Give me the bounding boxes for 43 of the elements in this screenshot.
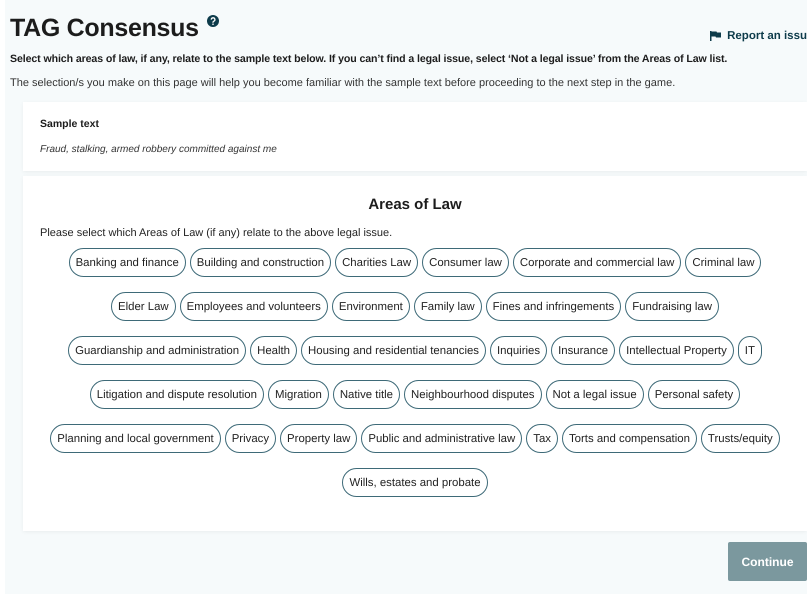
sample-text: Fraud, stalking, armed robbery committed against me <box>40 144 278 155</box>
area-chip[interactable]: Migration <box>268 380 329 409</box>
area-chip[interactable]: Guardianship and administration <box>68 336 246 365</box>
area-chip[interactable]: Consumer law <box>422 248 509 277</box>
area-chip[interactable]: Fines and infringements <box>486 292 622 321</box>
area-chip[interactable]: Employees and volunteers <box>180 292 328 321</box>
area-chip[interactable]: Tax <box>526 424 558 453</box>
areas-heading: Areas of Law <box>367 196 463 213</box>
area-chip[interactable]: Banking and finance <box>68 248 186 277</box>
area-chip[interactable]: Wills, estates and probate <box>342 468 488 497</box>
area-chip[interactable]: Public and administrative law <box>361 424 522 453</box>
sample-heading: Sample text <box>40 118 100 130</box>
area-chip[interactable]: Corporate and commercial law <box>512 248 682 277</box>
area-chip[interactable]: Charities Law <box>335 248 418 277</box>
area-chip[interactable]: Personal safety <box>648 380 740 409</box>
area-chip[interactable]: Neighbourhood disputes <box>404 380 542 409</box>
area-chip[interactable]: Native title <box>332 380 400 409</box>
area-chip[interactable]: Criminal law <box>685 248 762 277</box>
report-issue-link[interactable]: Report an issu <box>710 30 807 42</box>
area-chip[interactable]: Torts and compensation <box>562 424 697 453</box>
flag-icon <box>710 31 722 41</box>
area-chip[interactable]: Inquiries <box>490 336 548 365</box>
area-chip[interactable]: Environment <box>332 292 410 321</box>
area-chip[interactable]: Privacy <box>224 424 276 453</box>
area-chip[interactable]: Planning and local government <box>50 424 221 453</box>
area-chip[interactable]: IT <box>738 336 762 365</box>
area-chip[interactable]: Intellectual Property <box>619 336 734 365</box>
area-chip[interactable]: Elder Law <box>110 292 176 321</box>
area-chip[interactable]: Property law <box>280 424 358 453</box>
page-title: TAG Consensus <box>10 14 199 43</box>
area-chip[interactable]: Building and construction <box>190 248 332 277</box>
area-chip[interactable]: Insurance <box>551 336 616 365</box>
area-chip[interactable]: Health <box>250 336 298 365</box>
area-chip[interactable]: Trusts/equity <box>700 424 780 453</box>
area-chip[interactable]: Not a legal issue <box>546 380 644 409</box>
area-chip[interactable]: Fundraising law <box>625 292 719 321</box>
area-chip[interactable]: Litigation and dispute resolution <box>90 380 264 409</box>
area-chip[interactable]: Housing and residential tenancies <box>301 336 486 365</box>
area-chip[interactable]: Family law <box>414 292 482 321</box>
areas-prompt: Please select which Areas of Law (if any) relate to the above legal issue. <box>40 227 394 239</box>
instruction-text: Select which areas of law, if any, relate to the sample text below. If you can’t find a legal issue, select ‘Not a legal issue’ from the Areas of Law list. <box>10 53 728 65</box>
help-icon[interactable] <box>206 15 219 27</box>
note-text: The selection/s you make on this page will help you become familiar with the sample text before proceeding to the next step in the game. <box>10 77 676 89</box>
